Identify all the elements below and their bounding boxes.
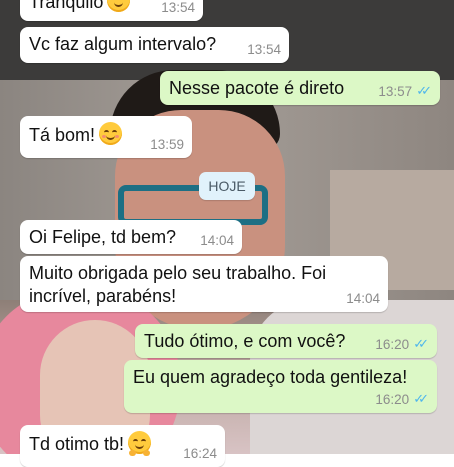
message-bubble[interactable]: Oi Felipe, td bem? 14:04 (20, 220, 242, 254)
date-divider: HOJE (199, 172, 255, 200)
read-receipt-icon: ✓✓ (413, 337, 429, 352)
message-text: Oi Felipe, td bem? (29, 227, 177, 247)
message-text: Nesse pacote é direto (169, 78, 345, 98)
message-bubble[interactable]: Tá bom! 13:59 (20, 116, 192, 158)
message-bubble[interactable]: Eu quem agradeço toda gentileza! 16:20 ✓✓ (124, 360, 437, 413)
message-bubble[interactable]: Nesse pacote é direto 13:57 ✓✓ (160, 71, 440, 105)
smiling-face-blush-icon (99, 122, 123, 145)
message-text: Tranquilo (29, 0, 104, 12)
smiling-face-icon (107, 0, 131, 12)
message-text: Tudo ótimo, e com você? (144, 331, 346, 351)
message-time: 13:59 (150, 137, 184, 152)
message-text: Muito obrigada pelo seu trabalho. Foi in… (29, 263, 327, 306)
message-time: 16:20 (375, 337, 410, 352)
message-bubble[interactable]: Muito obrigada pelo seu trabalho. Foi in… (20, 256, 388, 312)
read-receipt-icon: ✓✓ (413, 392, 429, 407)
hugging-face-icon (128, 431, 152, 456)
message-time: 13:54 (247, 42, 281, 57)
message-text: Td otimo tb! (29, 434, 125, 454)
message-text: Vc faz algum intervalo? (29, 34, 217, 54)
message-bubble[interactable]: Vc faz algum intervalo? 13:54 (20, 27, 289, 63)
message-time: 13:54 (161, 0, 195, 15)
message-time: 14:04 (346, 291, 380, 306)
read-receipt-icon: ✓✓ (416, 84, 432, 99)
message-bubble[interactable]: Tudo ótimo, e com você? 16:20 ✓✓ (135, 324, 437, 358)
message-text: Eu quem agradeço toda gentileza! (133, 367, 408, 387)
message-time: 13:57 (378, 84, 413, 99)
message-bubble[interactable]: Td otimo tb! 16:24 (20, 425, 225, 467)
message-time: 16:20 (375, 392, 410, 407)
message-time: 14:04 (200, 233, 234, 248)
message-bubble[interactable]: Tranquilo 13:54 (20, 0, 203, 21)
message-time: 16:24 (183, 446, 217, 461)
message-text: Tá bom! (29, 125, 96, 145)
